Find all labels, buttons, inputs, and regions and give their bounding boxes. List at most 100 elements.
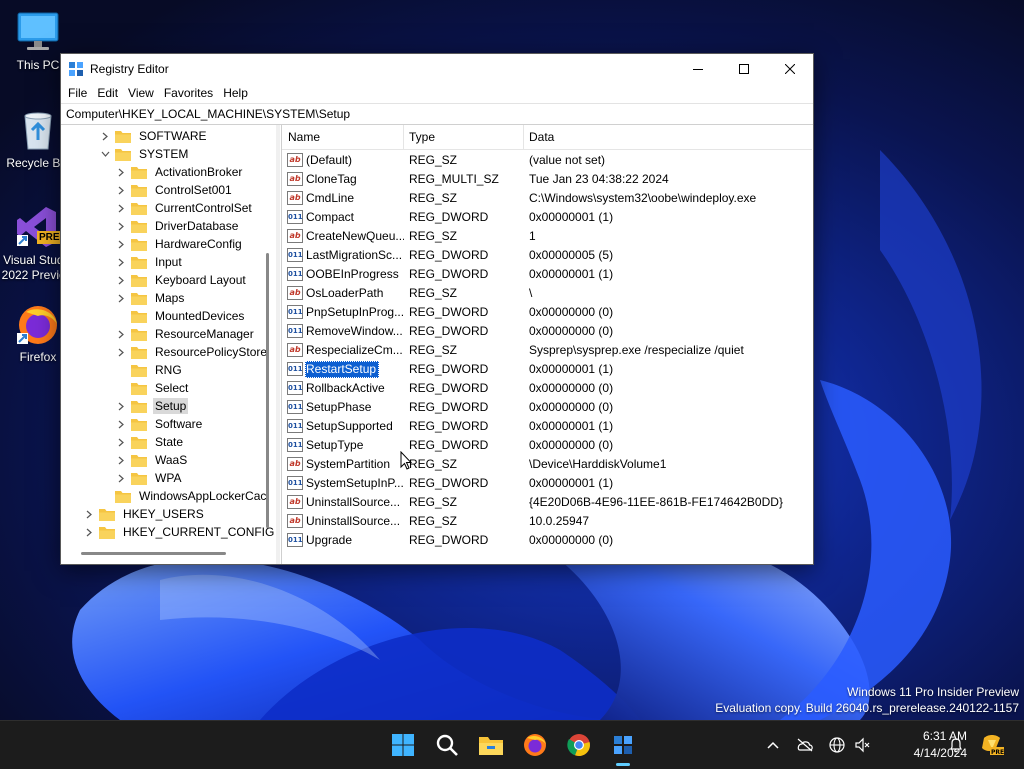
tree-node[interactable]: Select (115, 379, 190, 397)
value-row[interactable]: 011 SetupType REG_DWORD 0x00000000 (0) (282, 436, 810, 455)
value-row[interactable]: 011 SystemSetupInP... REG_DWORD 0x00000001 … (282, 474, 810, 493)
file-explorer-button[interactable] (471, 725, 511, 765)
menu-file[interactable]: File (63, 83, 92, 103)
tree-node[interactable]: Input (115, 253, 184, 271)
title-bar[interactable]: Registry Editor (61, 54, 813, 83)
tree-node[interactable]: Maps (115, 289, 186, 307)
tree-node[interactable]: ResourceManager (115, 325, 256, 343)
value-row[interactable]: ab (Default) REG_SZ (value not set) (282, 151, 810, 170)
tree-node[interactable]: ControlSet001 (115, 181, 234, 199)
tree-node[interactable]: ResourcePolicyStore (115, 343, 269, 361)
value-row[interactable]: 011 SetupPhase REG_DWORD 0x00000000 (0) (282, 398, 810, 417)
tree-node[interactable]: WPA (115, 469, 183, 487)
chrome-taskbar-button[interactable] (559, 725, 599, 765)
value-row[interactable]: ab CloneTag REG_MULTI_SZ Tue Jan 23 04:38:2… (282, 170, 810, 189)
start-button[interactable] (383, 725, 423, 765)
tree-node[interactable]: HKEY_CURRENT_CONFIG (83, 523, 276, 541)
chevron-down-icon[interactable] (99, 145, 111, 163)
chevron-right-icon[interactable] (115, 469, 127, 487)
value-row[interactable]: ab CreateNewQueu... REG_SZ 1 (282, 227, 810, 246)
value-row[interactable]: ab CmdLine REG_SZ C:\Windows\system32\oobe\… (282, 189, 810, 208)
tree-node[interactable]: WaaS (115, 451, 189, 469)
firefox-taskbar-button[interactable] (515, 725, 555, 765)
value-name: SystemSetupInP... (306, 476, 404, 490)
tree-horizontal-scrollbar[interactable] (61, 547, 261, 561)
chevron-right-icon[interactable] (115, 217, 127, 235)
registry-editor-taskbar-button[interactable] (603, 725, 643, 765)
chevron-right-icon[interactable] (115, 163, 127, 181)
column-header-name[interactable]: Name (282, 125, 402, 149)
notifications-button[interactable] (946, 735, 966, 755)
value-row[interactable]: 011 OOBEInProgress REG_DWORD 0x00000001 (1) (282, 265, 810, 284)
close-button[interactable] (767, 54, 813, 83)
menu-view[interactable]: View (123, 83, 159, 103)
tree-node[interactable]: ActivationBroker (115, 163, 244, 181)
folder-icon (115, 490, 131, 503)
tree-node[interactable]: MountedDevices (115, 307, 246, 325)
chevron-right-icon[interactable] (115, 289, 127, 307)
tree-node[interactable]: HKEY_USERS (83, 505, 206, 523)
chevron-right-icon[interactable] (115, 433, 127, 451)
menu-favorites[interactable]: Favorites (159, 83, 218, 103)
value-row[interactable]: 011 SetupSupported REG_DWORD 0x00000001 (1) (282, 417, 810, 436)
tree-node[interactable]: Keyboard Layout (115, 271, 248, 289)
tree-node[interactable]: CurrentControlSet (115, 199, 254, 217)
tree-node[interactable]: WindowsAppLockerCac (99, 487, 268, 505)
value-row[interactable]: ab OsLoaderPath REG_SZ \ (282, 284, 810, 303)
value-row[interactable]: 011 Compact REG_DWORD 0x00000001 (1) (282, 208, 810, 227)
value-row[interactable]: ab SystemPartition REG_SZ \Device\HarddiskV… (282, 455, 810, 474)
maximize-button[interactable] (721, 54, 767, 83)
chevron-right-icon[interactable] (99, 127, 111, 145)
column-header-type[interactable]: Type (403, 125, 521, 149)
tree-node[interactable]: State (115, 433, 185, 451)
chevron-right-icon[interactable] (115, 397, 127, 415)
value-row[interactable]: 011 RemoveWindow... REG_DWORD 0x00000000 (0… (282, 322, 810, 341)
menu-edit[interactable]: Edit (92, 83, 123, 103)
chevron-right-icon[interactable] (115, 325, 127, 343)
tree-node[interactable]: SOFTWARE (99, 127, 209, 145)
folder-icon (131, 202, 147, 215)
chevron-right-icon[interactable] (115, 415, 127, 433)
value-row[interactable]: 011 PnpSetupInProg... REG_DWORD 0x00000000 … (282, 303, 810, 322)
menu-help[interactable]: Help (218, 83, 253, 103)
tree-node[interactable]: SYSTEM (99, 145, 190, 163)
volume-control[interactable] (852, 735, 872, 755)
value-row[interactable]: 011 Upgrade REG_DWORD 0x00000000 (0) (282, 531, 810, 550)
active-app-indicator (616, 763, 630, 766)
tree-node[interactable]: Software (115, 415, 204, 433)
tree-node[interactable]: Setup (115, 397, 189, 415)
tree-node[interactable]: HardwareConfig (115, 235, 244, 253)
language-indicator[interactable] (827, 735, 847, 755)
value-row[interactable]: ab UninstallSource... REG_SZ {4E20D06B-4E96… (282, 493, 810, 512)
chevron-right-icon[interactable] (115, 181, 127, 199)
chevron-right-icon[interactable] (115, 199, 127, 217)
show-hidden-icons-button[interactable] (763, 735, 783, 755)
chevron-right-icon[interactable] (83, 505, 95, 523)
value-row[interactable]: ab RespecializeCm... REG_SZ Sysprep\sysprep… (282, 341, 810, 360)
value-row[interactable]: 011 RestartSetup REG_DWORD 0x00000001 (1) (282, 360, 810, 379)
chevron-right-icon[interactable] (83, 523, 95, 541)
network-status[interactable] (795, 735, 815, 755)
tree-horizontal-scroll-thumb[interactable] (81, 552, 226, 555)
address-bar[interactable]: Computer\HKEY_LOCAL_MACHINE\SYSTEM\Setup (61, 103, 813, 125)
search-button[interactable] (427, 725, 467, 765)
chevron-right-icon[interactable] (115, 343, 127, 361)
chevron-right-icon[interactable] (115, 271, 127, 289)
chevron-right-icon[interactable] (115, 253, 127, 271)
value-row[interactable]: 011 LastMigrationSc... REG_DWORD 0x00000005… (282, 246, 810, 265)
value-row[interactable]: 011 RollbackActive REG_DWORD 0x00000000 (0) (282, 379, 810, 398)
minimize-button[interactable] (675, 54, 721, 83)
chevron-right-icon[interactable] (115, 235, 127, 253)
string-value-icon: ab (287, 495, 303, 509)
value-row[interactable]: ab UninstallSource... REG_SZ 10.0.25947 (282, 512, 810, 531)
tree-node[interactable]: RNG (115, 361, 184, 379)
copilot-button[interactable]: PRE (980, 735, 1004, 756)
tree-node[interactable]: DriverDatabase (115, 217, 240, 235)
pane-splitter[interactable] (276, 125, 280, 564)
value-name: UninstallSource... (306, 514, 401, 528)
tree-vertical-scrollbar[interactable] (262, 125, 275, 553)
tree-node-label: ResourcePolicyStore (155, 345, 268, 359)
tree-vertical-scroll-thumb[interactable] (266, 253, 269, 528)
column-header-data[interactable]: Data (523, 125, 809, 149)
chevron-right-icon[interactable] (115, 451, 127, 469)
